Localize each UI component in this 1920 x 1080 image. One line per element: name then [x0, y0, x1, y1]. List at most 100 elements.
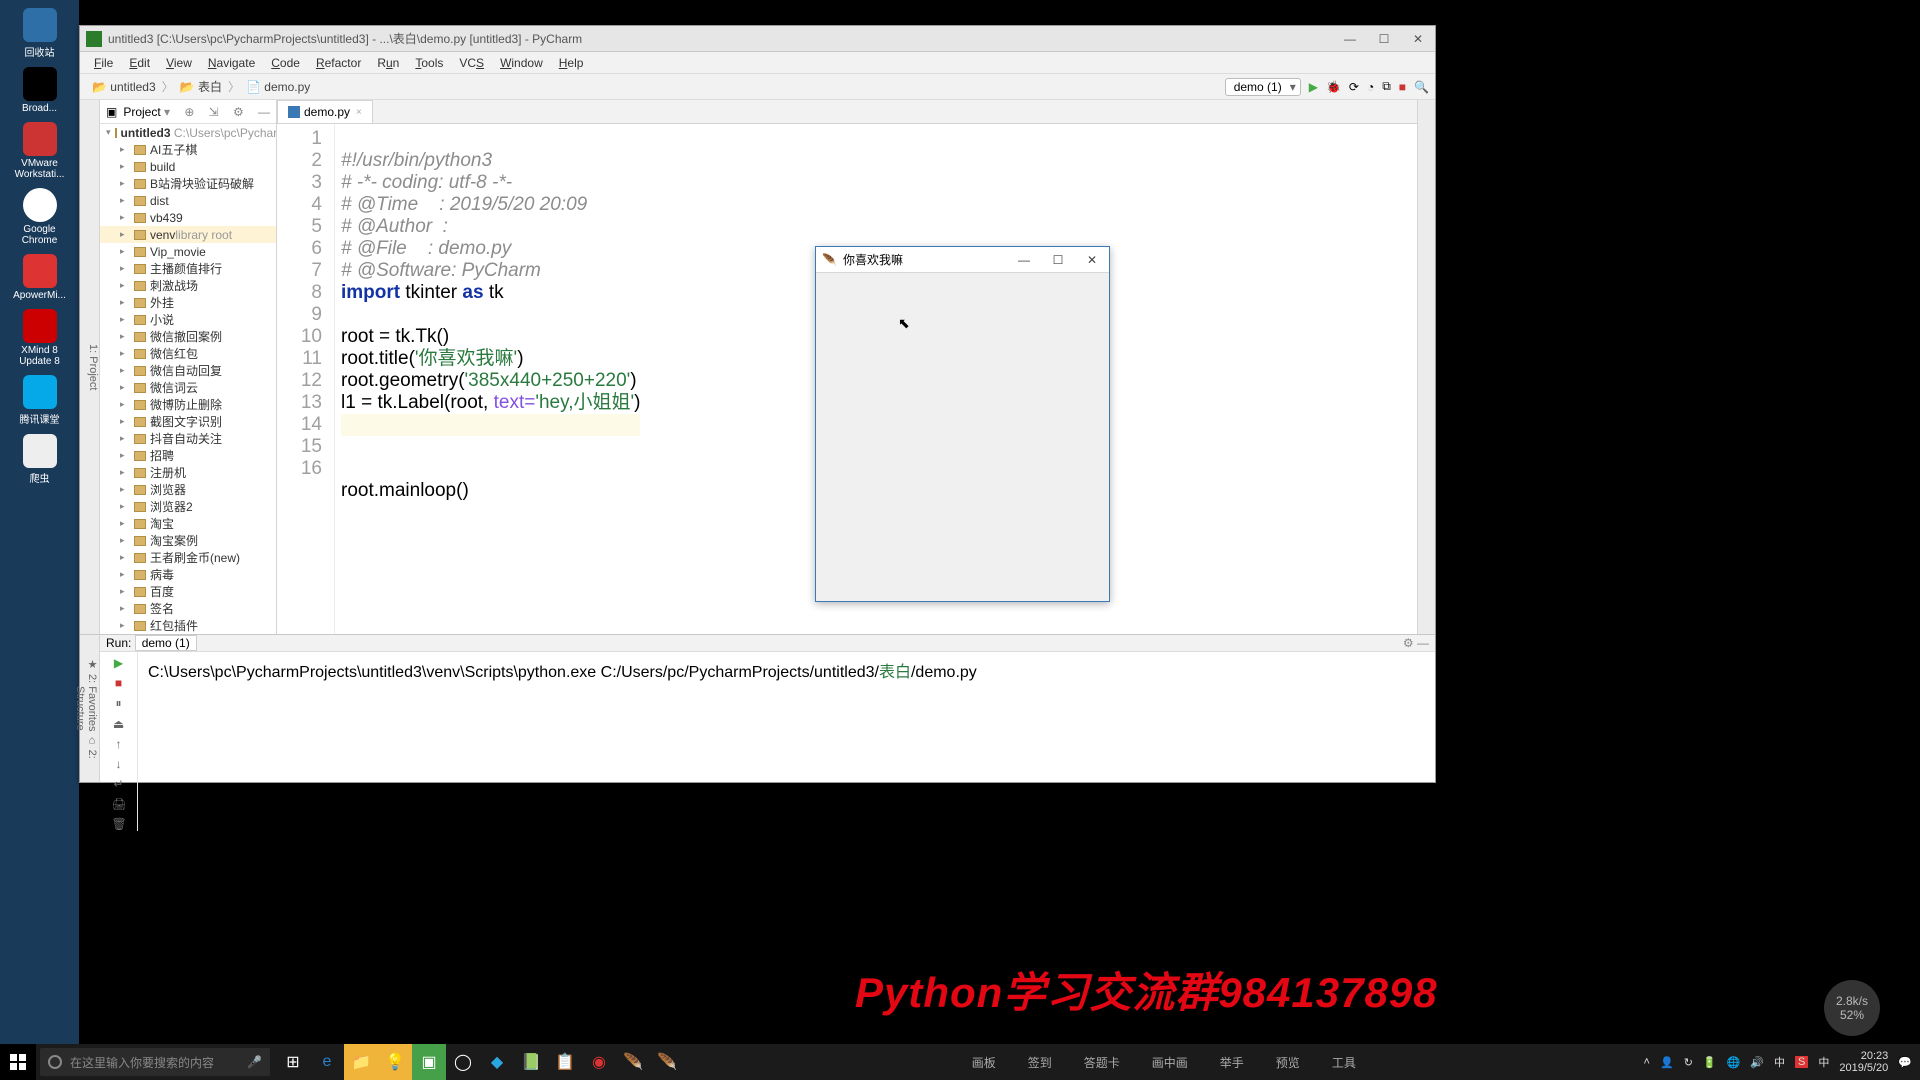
battery-icon[interactable]: 🔋 [1703, 1056, 1717, 1069]
print-icon[interactable]: 🖨 [112, 797, 126, 811]
menu-edit[interactable]: Edit [121, 56, 158, 70]
desktop-icon[interactable]: 爬虫 [10, 434, 70, 485]
breadcrumb[interactable]: 📄 demo.py [240, 78, 316, 96]
stream-tool[interactable]: 举手 [1220, 1054, 1244, 1071]
menu-refactor[interactable]: Refactor [308, 56, 369, 70]
menu-navigate[interactable]: Navigate [200, 56, 263, 70]
menu-code[interactable]: Code [263, 56, 308, 70]
obs-icon[interactable]: ◯ [446, 1044, 480, 1080]
menu-help[interactable]: Help [551, 56, 592, 70]
tree-item[interactable]: ▸ 招聘 [100, 447, 276, 464]
tree-item[interactable]: ▸ 微信撤回案例 [100, 328, 276, 345]
ime-icon[interactable]: 中 [1818, 1054, 1829, 1070]
rerun-icon[interactable]: ▶ [112, 656, 126, 670]
stream-tool[interactable]: 画板 [972, 1054, 996, 1071]
minimize-icon[interactable]: — [1007, 253, 1041, 267]
tree-item[interactable]: ▸ build [100, 158, 276, 175]
stream-tool[interactable]: 答题卡 [1084, 1054, 1120, 1071]
maximize-icon[interactable]: ☐ [1367, 32, 1401, 46]
desktop-icon[interactable]: VMware Workstati... [10, 122, 70, 180]
debug-icon[interactable]: 🐞 [1326, 80, 1341, 94]
tray-chevron-icon[interactable]: ˄ [1644, 1056, 1650, 1068]
pycharm-task-icon[interactable]: ▣ [412, 1044, 446, 1080]
ime-icon[interactable]: 中 [1774, 1054, 1785, 1070]
code-lines[interactable]: #!/usr/bin/python3 # -*- coding: utf-8 -… [335, 124, 640, 634]
netease-icon[interactable]: ◉ [582, 1044, 616, 1080]
tree-item[interactable]: ▸ AI五子棋 [100, 141, 276, 158]
explorer-icon[interactable]: 📁 [344, 1044, 378, 1080]
people-icon[interactable]: 👤 [1660, 1056, 1674, 1069]
tree-item[interactable]: ▸ 抖音自动关注 [100, 430, 276, 447]
wrap-icon[interactable]: ↵ [112, 777, 126, 791]
desktop-icon[interactable]: 腾讯课堂 [10, 375, 70, 426]
app-icon[interactable]: 💡 [378, 1044, 412, 1080]
sogou-icon[interactable]: S [1795, 1056, 1808, 1068]
stream-tool[interactable]: 预览 [1276, 1054, 1300, 1071]
run-config-combo[interactable]: demo (1) [1225, 78, 1301, 96]
stream-tool[interactable]: 签到 [1028, 1054, 1052, 1071]
profile-icon[interactable]: ◔ [1367, 80, 1374, 94]
locate-icon[interactable]: ⊕ [184, 105, 194, 119]
tree-item[interactable]: ▸ 浏览器2 [100, 498, 276, 515]
tree-item[interactable]: ▸ 王者刷金币(new) [100, 549, 276, 566]
close-icon[interactable]: ✕ [1075, 253, 1109, 267]
close-icon[interactable]: ✕ [1401, 32, 1435, 46]
app-icon[interactable]: ◆ [480, 1044, 514, 1080]
breadcrumb[interactable]: 📂 表白 [174, 76, 228, 97]
start-button[interactable] [0, 1044, 36, 1080]
notifications-icon[interactable]: 💬 [1898, 1056, 1912, 1069]
tree-item[interactable]: ▸ 外挂 [100, 294, 276, 311]
tree-item[interactable]: ▸ 注册机 [100, 464, 276, 481]
down-icon[interactable]: ↓ [112, 757, 126, 771]
tree-item[interactable]: ▸ 浏览器 [100, 481, 276, 498]
tree-item[interactable]: ▸ 淘宝案例 [100, 532, 276, 549]
tk-task-icon[interactable]: 🪶 [650, 1044, 684, 1080]
tree-item[interactable]: ▸ 淘宝 [100, 515, 276, 532]
tree-item[interactable]: ▸ vb439 [100, 209, 276, 226]
stop-icon[interactable]: ■ [112, 676, 126, 690]
tree-item[interactable]: ▸ 微信词云 [100, 379, 276, 396]
search-icon[interactable]: 🔍 [1414, 80, 1429, 94]
project-tree[interactable]: ▾untitled3 C:\Users\pc\Pychar ▸ AI五子棋 ▸ … [100, 124, 276, 634]
close-tab-icon[interactable]: × [356, 107, 362, 118]
up-icon[interactable]: ↑ [112, 737, 126, 751]
desktop-icon[interactable]: 回收站 [10, 8, 70, 59]
concurrent-icon[interactable]: ⧉ [1382, 79, 1391, 94]
stop-icon[interactable]: ■ [1399, 80, 1406, 94]
tree-item[interactable]: ▸ Vip_movie [100, 243, 276, 260]
project-panel-header[interactable]: ▣ Project ⊕ ⇲ ⚙ — [100, 100, 276, 124]
tree-item[interactable]: ▸ 主播颜值排行 [100, 260, 276, 277]
mic-icon[interactable]: 🎤 [247, 1055, 262, 1069]
tree-item[interactable]: ▸ dist [100, 192, 276, 209]
desktop-icon[interactable]: Broad... [10, 67, 70, 114]
pause-icon[interactable]: ⏸ [112, 696, 126, 711]
gear-icon[interactable]: ⚙ — [1403, 636, 1429, 650]
exit-icon[interactable]: ⏏ [112, 717, 126, 731]
tree-item[interactable]: ▸ 签名 [100, 600, 276, 617]
minimize-icon[interactable]: — [1333, 32, 1367, 46]
stream-tool[interactable]: 工具 [1332, 1054, 1356, 1071]
coverage-icon[interactable]: ⟳ [1349, 80, 1359, 94]
maximize-icon[interactable]: ☐ [1041, 253, 1075, 267]
tree-item[interactable]: ▸ 刺激战场 [100, 277, 276, 294]
tree-item[interactable]: ▸ 微博防止删除 [100, 396, 276, 413]
tree-item[interactable]: ▸ 百度 [100, 583, 276, 600]
structure-tool-tab[interactable]: ★ 2: Favorites ⌂ 2: Structure [80, 635, 100, 782]
run-output[interactable]: C:\Users\pc\PycharmProjects\untitled3\ve… [138, 652, 1435, 831]
taskbar-clock[interactable]: 20:232019/5/20 [1839, 1050, 1888, 1074]
task-view-icon[interactable]: ⊞ [276, 1044, 310, 1080]
menu-run[interactable]: Run [369, 56, 407, 70]
tree-item[interactable]: ▸ 病毒 [100, 566, 276, 583]
tree-item[interactable]: ▸ 小说 [100, 311, 276, 328]
menu-tools[interactable]: Tools [407, 56, 451, 70]
breadcrumb[interactable]: 📂 untitled3 [86, 78, 162, 96]
tree-item[interactable]: ▸ venv library root [100, 226, 276, 243]
tk-task-icon[interactable]: 🪶 [616, 1044, 650, 1080]
tree-item[interactable]: ▸ 红包插件 [100, 617, 276, 634]
edge-icon[interactable]: e [310, 1044, 344, 1080]
menu-window[interactable]: Window [492, 56, 551, 70]
hide-icon[interactable]: — [258, 105, 270, 119]
network-icon[interactable]: 🌐 [1727, 1056, 1741, 1069]
stream-tool[interactable]: 画中画 [1152, 1054, 1188, 1071]
project-tool-tab[interactable]: 1: Project [80, 100, 100, 634]
